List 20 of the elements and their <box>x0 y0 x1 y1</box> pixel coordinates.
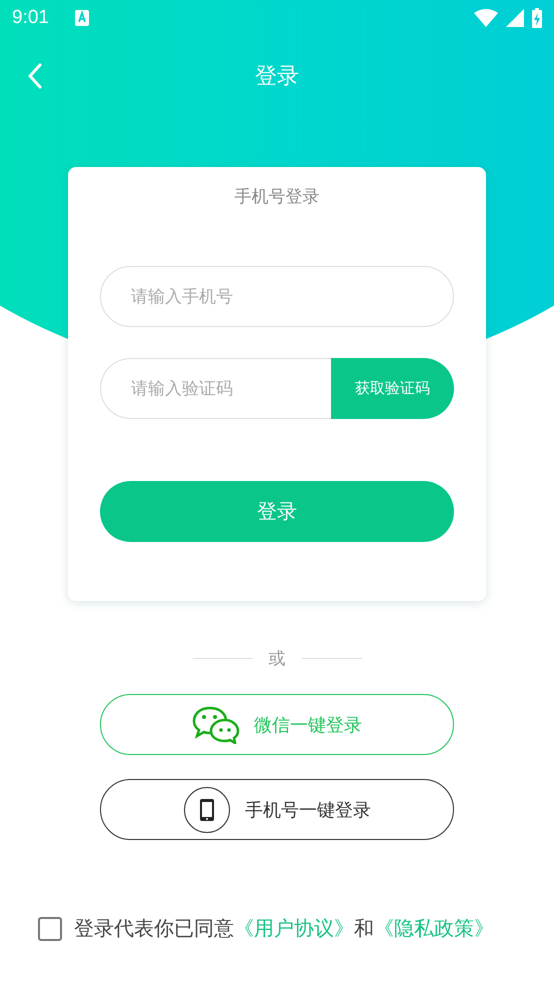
agreement-text: 登录代表你已同意《用户协议》和《隐私政策》 <box>74 915 494 942</box>
code-input-field[interactable]: 请输入验证码 <box>100 358 331 419</box>
battery-icon <box>532 8 542 28</box>
signal-icon <box>506 9 524 27</box>
agreement-checkbox[interactable] <box>38 916 62 940</box>
wifi-icon <box>474 9 498 27</box>
agreement-link[interactable]: 《隐私政策》 <box>374 916 494 940</box>
get-code-button[interactable]: 获取验证码 <box>331 358 454 419</box>
phone-login-button[interactable]: 手机号一键登录 <box>100 779 454 840</box>
login-button[interactable]: 登录 <box>100 481 454 542</box>
page-title: 登录 <box>255 63 299 91</box>
agreement-link[interactable]: 《用户协议》 <box>234 916 354 940</box>
phone-icon <box>183 786 231 834</box>
status-time: 9:01 <box>12 7 49 29</box>
chat-bubbles-icon <box>192 706 240 744</box>
phone-input-field[interactable]: 请输入手机号 <box>100 266 454 327</box>
card-title: 手机号登录 <box>234 186 320 208</box>
notification-icon <box>74 10 89 26</box>
wechat-login-button[interactable]: 微信一键登录 <box>100 694 454 755</box>
or-label: 或 <box>268 648 286 670</box>
